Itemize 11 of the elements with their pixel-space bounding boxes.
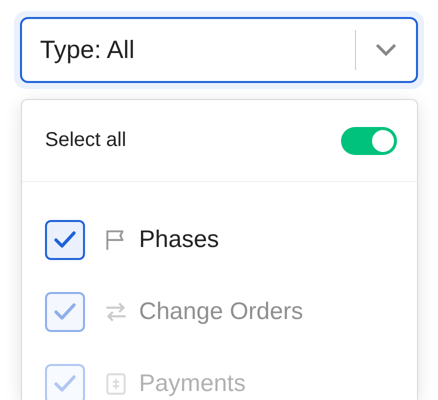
option-label[interactable]: Phases bbox=[139, 226, 220, 254]
type-dropdown[interactable]: Type: All bbox=[20, 17, 418, 83]
checkbox[interactable] bbox=[45, 292, 85, 332]
check-icon bbox=[53, 230, 77, 250]
checkbox[interactable] bbox=[45, 220, 85, 260]
check-icon bbox=[53, 374, 77, 394]
dropdown-value: Type: All bbox=[40, 36, 136, 64]
check-icon bbox=[53, 302, 77, 322]
select-all-toggle[interactable] bbox=[341, 126, 397, 154]
chevron-down-icon[interactable] bbox=[375, 43, 397, 57]
select-all-label: Select all bbox=[45, 129, 126, 152]
